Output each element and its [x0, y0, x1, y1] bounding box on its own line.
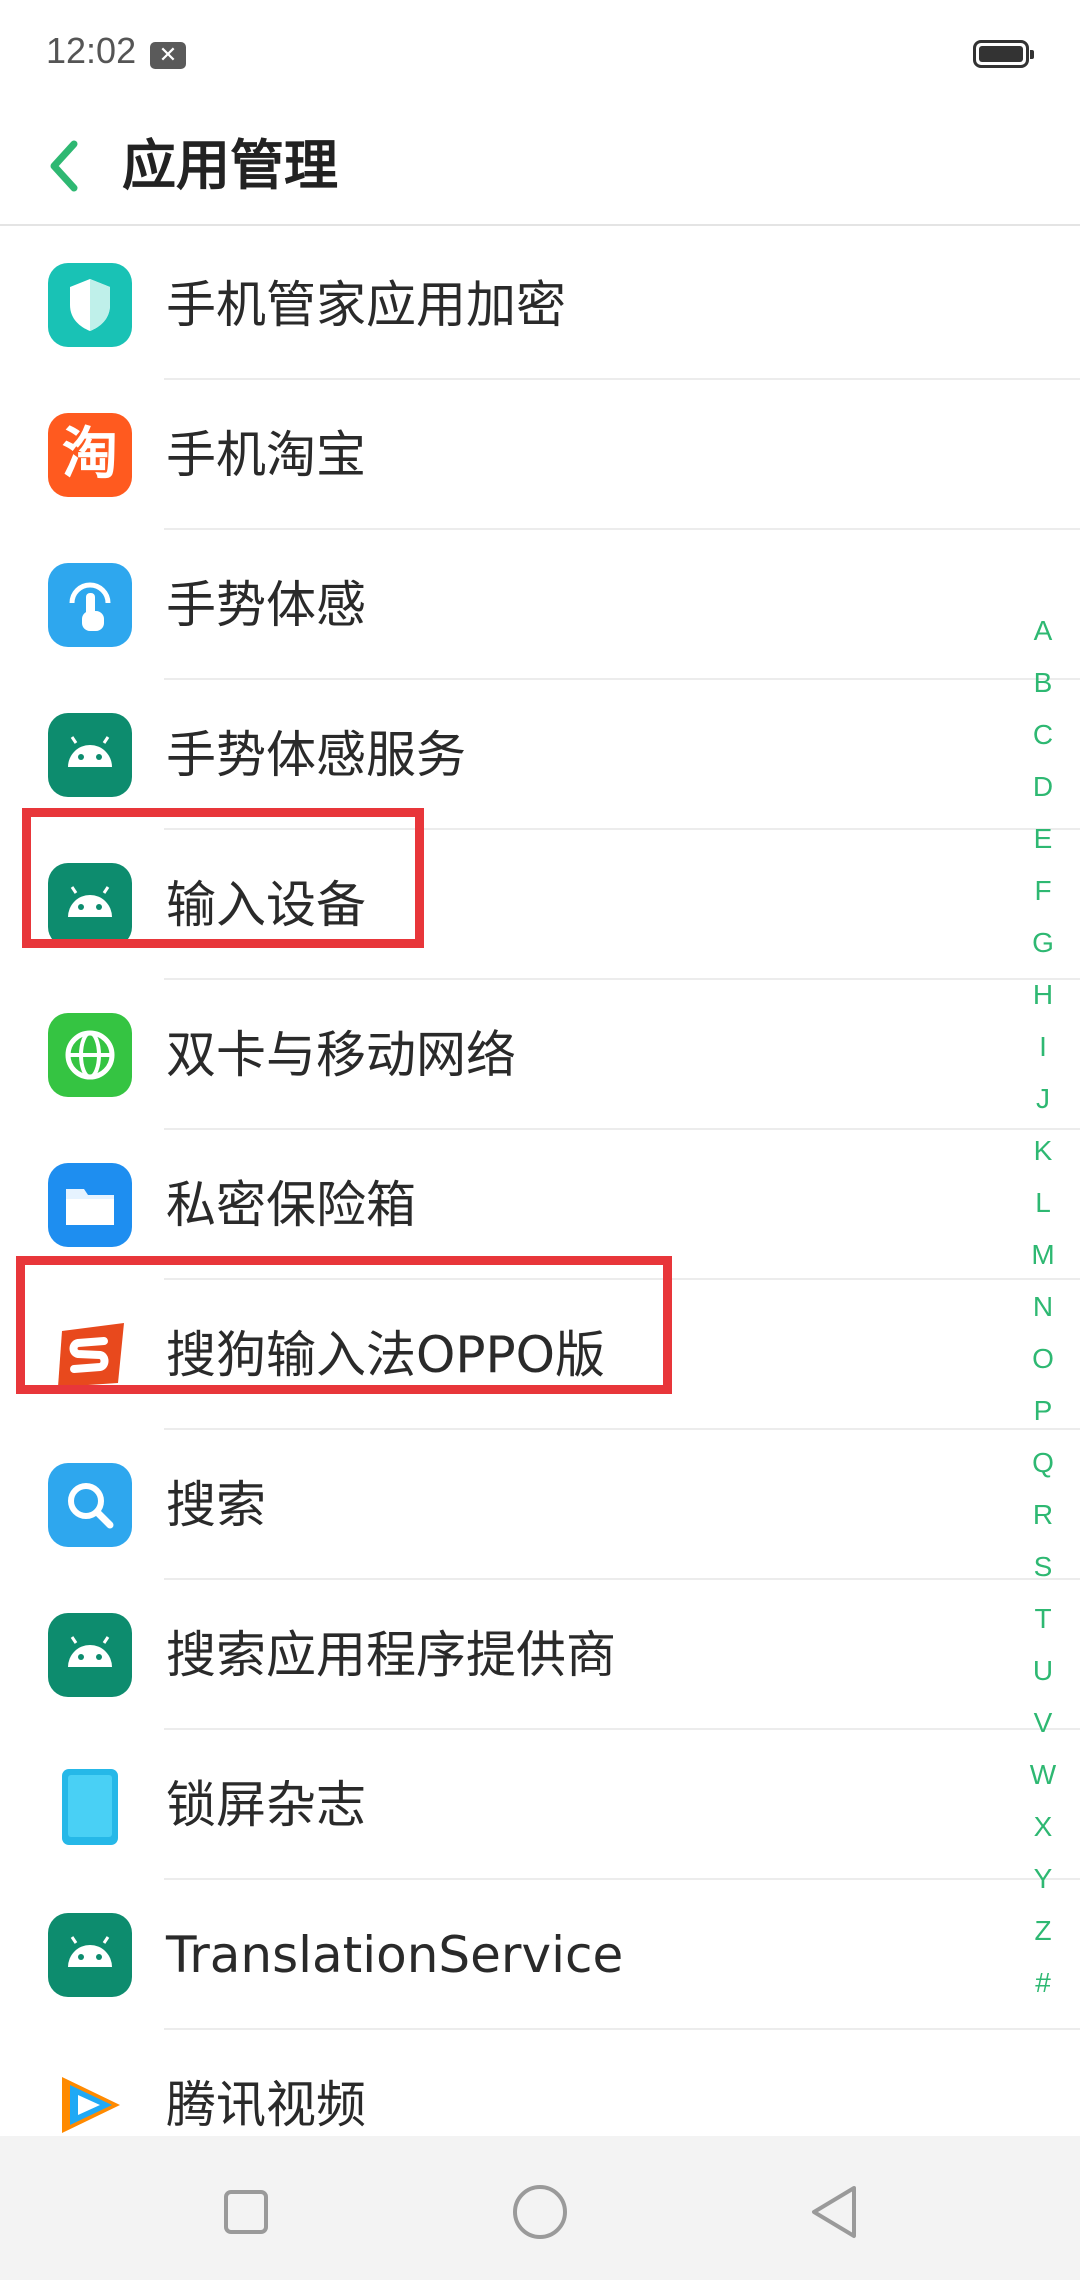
- index-letter[interactable]: Q: [1020, 1437, 1066, 1489]
- index-letter[interactable]: O: [1020, 1333, 1066, 1385]
- list-item[interactable]: 手机管家应用加密: [0, 230, 1080, 380]
- recents-button[interactable]: [206, 2172, 286, 2252]
- app-list: 手机管家应用加密 淘 手机淘宝 手势体感 手势体感服务 输入设备 双卡与移动网络…: [0, 230, 1080, 2180]
- navigation-bar: [0, 2136, 1080, 2280]
- android-icon: [48, 1613, 132, 1697]
- sogou-icon: [48, 1313, 132, 1397]
- triangle-back-icon: [812, 2186, 856, 2238]
- list-item[interactable]: 私密保险箱: [0, 1130, 1080, 1280]
- app-label: 手机管家应用加密: [166, 276, 566, 334]
- list-item[interactable]: 锁屏杂志: [0, 1730, 1080, 1880]
- app-label: TranslationService: [166, 1926, 624, 1984]
- app-label: 手势体感: [166, 576, 366, 634]
- index-letter[interactable]: C: [1020, 709, 1066, 761]
- list-item[interactable]: 搜索应用程序提供商: [0, 1580, 1080, 1730]
- status-time: 12:02: [46, 30, 137, 71]
- app-label: 输入设备: [166, 876, 366, 934]
- index-letter[interactable]: Z: [1020, 1905, 1066, 1957]
- shield-icon: [48, 263, 132, 347]
- index-letter[interactable]: W: [1020, 1749, 1066, 1801]
- app-label: 搜狗输入法OPPO版: [166, 1326, 606, 1384]
- index-letter[interactable]: D: [1020, 761, 1066, 813]
- index-letter[interactable]: I: [1020, 1021, 1066, 1073]
- list-item[interactable]: TranslationService: [0, 1880, 1080, 2030]
- battery-icon: [973, 40, 1034, 68]
- list-item[interactable]: 搜狗输入法OPPO版: [0, 1280, 1080, 1430]
- index-letter[interactable]: K: [1020, 1125, 1066, 1177]
- index-letter[interactable]: N: [1020, 1281, 1066, 1333]
- index-letter[interactable]: #: [1020, 1957, 1066, 2009]
- header: 应用管理: [0, 112, 1080, 226]
- index-letter[interactable]: P: [1020, 1385, 1066, 1437]
- index-letter[interactable]: E: [1020, 813, 1066, 865]
- app-label: 手机淘宝: [166, 426, 366, 484]
- phone-icon: [48, 1763, 132, 1847]
- taobao-icon: 淘: [48, 413, 132, 497]
- index-letter[interactable]: J: [1020, 1073, 1066, 1125]
- list-item[interactable]: 双卡与移动网络: [0, 980, 1080, 1130]
- index-letter[interactable]: V: [1020, 1697, 1066, 1749]
- globe-icon: [48, 1013, 132, 1097]
- index-letter[interactable]: T: [1020, 1593, 1066, 1645]
- android-icon: [48, 863, 132, 947]
- list-item[interactable]: 输入设备: [0, 830, 1080, 980]
- alphabet-index-bar[interactable]: A B C D E F G H I J K L M N O P Q R S T …: [1020, 605, 1066, 2009]
- index-letter[interactable]: H: [1020, 969, 1066, 1021]
- app-label: 双卡与移动网络: [166, 1026, 516, 1084]
- index-letter[interactable]: A: [1020, 605, 1066, 657]
- app-label: 锁屏杂志: [166, 1776, 366, 1834]
- list-item[interactable]: 手势体感: [0, 530, 1080, 680]
- list-item[interactable]: 搜索: [0, 1430, 1080, 1580]
- taobao-glyph: 淘: [62, 422, 118, 487]
- index-letter[interactable]: S: [1020, 1541, 1066, 1593]
- index-letter[interactable]: M: [1020, 1229, 1066, 1281]
- index-letter[interactable]: X: [1020, 1801, 1066, 1853]
- android-icon: [48, 713, 132, 797]
- square-icon: [224, 2190, 268, 2234]
- index-letter[interactable]: G: [1020, 917, 1066, 969]
- app-label: 手势体感服务: [166, 726, 466, 784]
- index-letter[interactable]: F: [1020, 865, 1066, 917]
- page-title: 应用管理: [122, 134, 338, 197]
- folder-icon: [48, 1163, 132, 1247]
- app-label: 搜索: [166, 1476, 266, 1534]
- status-bar: 12:02 ✕: [0, 0, 1080, 112]
- notification-close-icon: ✕: [150, 42, 186, 69]
- tencent-video-icon: [48, 2063, 132, 2147]
- index-letter[interactable]: B: [1020, 657, 1066, 709]
- home-button[interactable]: [500, 2172, 580, 2252]
- app-label: 私密保险箱: [166, 1176, 416, 1234]
- list-item[interactable]: 淘 手机淘宝: [0, 380, 1080, 530]
- chevron-left-icon: [50, 140, 78, 192]
- list-item[interactable]: 手势体感服务: [0, 680, 1080, 830]
- android-icon: [48, 1913, 132, 1997]
- gesture-icon: [48, 563, 132, 647]
- index-letter[interactable]: U: [1020, 1645, 1066, 1697]
- index-letter[interactable]: Y: [1020, 1853, 1066, 1905]
- app-label: 搜索应用程序提供商: [166, 1626, 616, 1684]
- search-icon: [48, 1463, 132, 1547]
- back-button[interactable]: [34, 126, 94, 206]
- back-nav-button[interactable]: [794, 2172, 874, 2252]
- index-letter[interactable]: R: [1020, 1489, 1066, 1541]
- circle-icon: [513, 2185, 567, 2239]
- index-letter[interactable]: L: [1020, 1177, 1066, 1229]
